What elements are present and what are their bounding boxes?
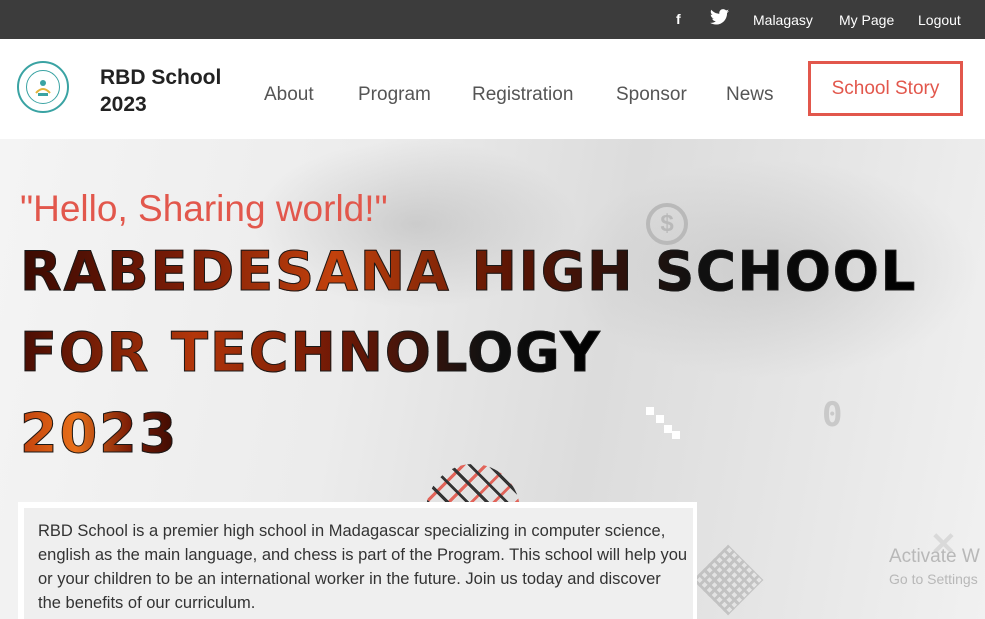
school-description: RBD School is a premier high school in M…: [38, 522, 688, 612]
logo-emblem-icon: [26, 70, 60, 104]
nav-about[interactable]: About: [264, 83, 314, 107]
hero-title-line1: RABEDESANA HIGH SCHOOL: [19, 240, 918, 303]
hero-greeting: "Hello, Sharing world!": [20, 188, 388, 229]
brand-year: 2023: [100, 93, 147, 116]
hero-section: "Hello, Sharing world!" RABEDESANA HIGH …: [0, 139, 985, 619]
diamond-grid-decor: [692, 544, 764, 616]
brand-name: RBD School: [100, 66, 222, 89]
twitter-icon[interactable]: [710, 9, 729, 28]
go-to-settings-watermark: Go to Settings: [889, 571, 978, 587]
main-header: RBD School 2023 About Program Registrati…: [0, 39, 985, 140]
hero-title-line3: 2023: [19, 402, 179, 465]
nav-news[interactable]: News: [726, 83, 774, 107]
lang-malagasy-link[interactable]: Malagasy: [753, 11, 813, 29]
school-logo[interactable]: [17, 61, 69, 113]
my-page-link[interactable]: My Page: [839, 11, 894, 29]
brand-title[interactable]: RBD School 2023: [100, 64, 230, 118]
nav-sponsor[interactable]: Sponsor: [616, 83, 687, 107]
decor-zero-glyph: 0: [822, 395, 843, 435]
nav-registration[interactable]: Registration: [472, 83, 573, 107]
hero-title-line2: FOR TECHNOLOGY: [19, 321, 602, 384]
pixel-decor-icon: [646, 407, 682, 441]
dollar-coin-icon: $: [646, 203, 688, 245]
nav-program[interactable]: Program: [358, 83, 431, 107]
activate-windows-watermark: Activate W: [889, 546, 980, 567]
school-story-button[interactable]: School Story: [808, 61, 963, 116]
facebook-icon[interactable]: f: [676, 9, 681, 29]
top-bar: f Malagasy My Page Logout: [0, 0, 985, 39]
logout-link[interactable]: Logout: [918, 11, 961, 29]
